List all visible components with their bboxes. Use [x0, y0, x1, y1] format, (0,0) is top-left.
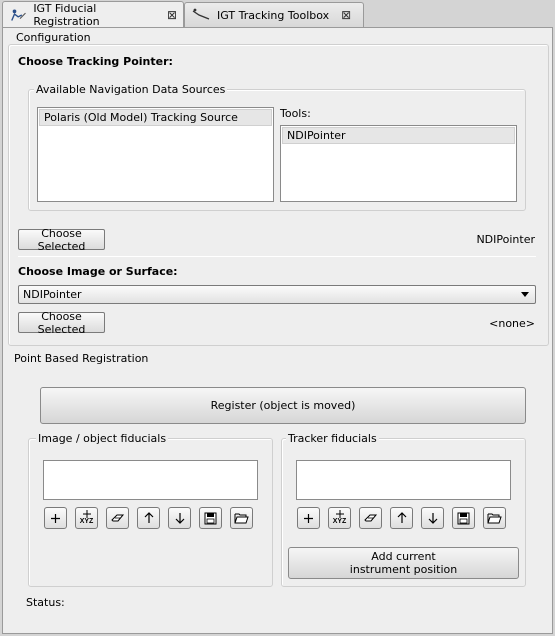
arrow-up-icon [397, 512, 406, 523]
arrow-up-icon [144, 512, 153, 523]
navigation-sources-list[interactable]: Polaris (Old Model) Tracking Source [37, 107, 274, 202]
plus-icon [304, 513, 313, 523]
folder-open-icon [234, 513, 249, 524]
add-fiducial-button[interactable] [44, 507, 67, 529]
selected-pointer-value: NDIPointer [476, 233, 535, 246]
add-current-line1: Add current [371, 550, 436, 563]
tab-igt-fiducial-registration[interactable]: IGT Fiducial Registration ⊠ [2, 1, 184, 28]
image-fiducials-toolbar: XYZ [44, 507, 259, 529]
fiducial-registration-icon [11, 9, 26, 21]
tool-name: NDIPointer [287, 129, 346, 142]
plus-icon [51, 513, 60, 523]
add-fiducial-xyz-button[interactable]: XYZ [328, 507, 351, 529]
eraser-icon [363, 514, 377, 522]
move-down-button[interactable] [421, 507, 444, 529]
eraser-icon [110, 514, 124, 522]
list-item[interactable]: NDIPointer [282, 127, 515, 144]
save-icon [457, 512, 470, 524]
xyz-label: XYZ [332, 518, 347, 525]
tab-igt-tracking-toolbox[interactable]: IGT Tracking Toolbox ⊠ [184, 2, 364, 27]
configuration-title: Configuration [14, 31, 93, 44]
tab-bar: IGT Fiducial Registration ⊠ IGT Tracking… [0, 0, 555, 28]
arrow-down-icon [428, 513, 437, 524]
save-icon [204, 512, 217, 524]
add-current-instrument-position-button[interactable]: Add current instrument position [288, 547, 519, 579]
register-button[interactable]: Register (object is moved) [40, 387, 526, 424]
plus-icon [82, 510, 91, 518]
open-fiducials-button[interactable] [230, 507, 253, 529]
add-fiducial-xyz-button[interactable]: XYZ [75, 507, 98, 529]
image-fiducials-title: Image / object fiducials [36, 432, 169, 445]
choose-image-heading: Choose Image or Surface: [18, 265, 178, 278]
close-tab-icon[interactable]: ⊠ [167, 9, 177, 21]
move-down-button[interactable] [168, 507, 191, 529]
list-item[interactable]: Polaris (Old Model) Tracking Source [39, 109, 272, 126]
save-fiducials-button[interactable] [199, 507, 222, 529]
image-fiducials-list[interactable] [43, 460, 258, 500]
tracker-fiducials-toolbar: XYZ [297, 507, 512, 529]
tracking-pointer-icon [192, 8, 210, 20]
clear-fiducials-button[interactable] [359, 507, 382, 529]
tab-label: IGT Tracking Toolbox [217, 8, 330, 22]
tracker-fiducials-list[interactable] [296, 460, 511, 500]
xyz-label: XYZ [79, 518, 94, 525]
tracker-fiducials-title: Tracker fiducials [286, 432, 379, 445]
choose-selected-image-button[interactable]: Choose Selected [18, 310, 105, 336]
status-label: Status: [26, 596, 65, 609]
image-surface-select[interactable]: NDIPointer [18, 285, 536, 304]
image-select-value: NDIPointer [23, 288, 82, 301]
tab-label: IGT Fiducial Registration [33, 2, 100, 28]
clear-fiducials-button[interactable] [106, 507, 129, 529]
choose-tracking-pointer-heading: Choose Tracking Pointer: [18, 55, 173, 68]
add-current-line2: instrument position [349, 563, 458, 576]
selected-image-value: <none> [489, 317, 535, 330]
move-up-button[interactable] [390, 507, 413, 529]
tools-label: Tools: [280, 107, 311, 120]
save-fiducials-button[interactable] [452, 507, 475, 529]
close-tab-icon[interactable]: ⊠ [341, 9, 351, 21]
choose-selected-pointer-button[interactable]: Choose Selected [18, 227, 105, 253]
open-fiducials-button[interactable] [483, 507, 506, 529]
tools-list[interactable]: NDIPointer [280, 125, 517, 202]
source-name: Polaris (Old Model) Tracking Source [44, 111, 238, 124]
point-based-registration-title: Point Based Registration [14, 352, 149, 365]
arrow-down-icon [175, 513, 184, 524]
add-fiducial-button[interactable] [297, 507, 320, 529]
folder-open-icon [487, 513, 502, 524]
plus-icon [335, 510, 344, 518]
navigation-sources-title: Available Navigation Data Sources [34, 83, 228, 96]
move-up-button[interactable] [137, 507, 160, 529]
divider [18, 256, 536, 257]
chevron-down-icon [521, 292, 529, 297]
